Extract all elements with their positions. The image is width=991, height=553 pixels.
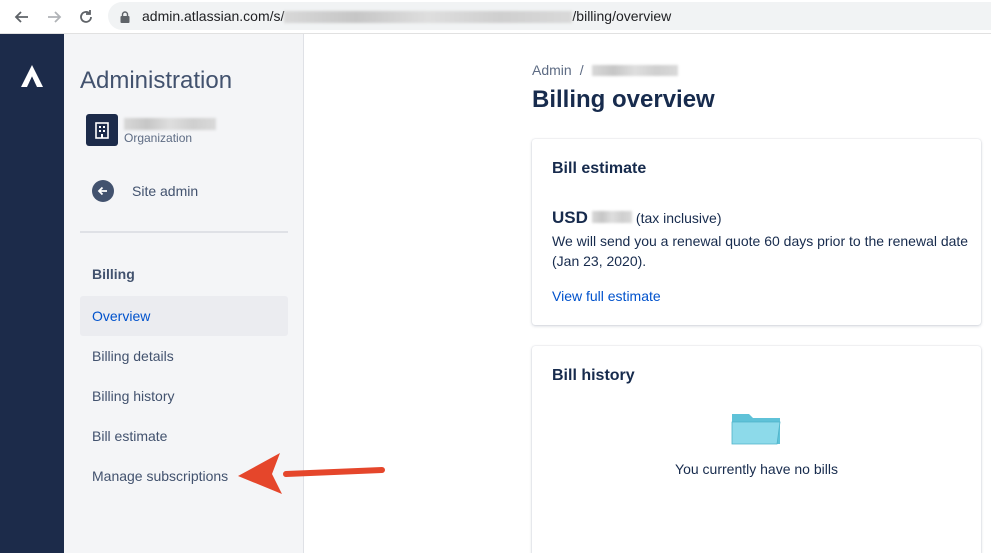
no-bills-message: You currently have no bills	[675, 461, 838, 477]
url-path: /billing/overview	[572, 8, 672, 24]
bill-estimate-title: Bill estimate	[552, 160, 647, 177]
back-arrow-circle-icon	[92, 180, 114, 202]
empty-folder-icon	[730, 408, 782, 453]
site-admin-label: Site admin	[132, 183, 199, 199]
tax-note: (tax inclusive)	[635, 210, 722, 226]
browser-toolbar: admin.atlassian.com/s/ /billing/overview	[0, 0, 991, 34]
url-host: admin.atlassian.com/s/	[142, 8, 285, 24]
bill-history-card: Bill history You currently have no bills	[532, 346, 981, 553]
bill-estimate-card: Bill estimate USD (tax inclusive) We wil…	[532, 139, 981, 325]
redacted-organization-name	[124, 118, 216, 130]
breadcrumb: Admin /	[532, 62, 678, 78]
reload-icon[interactable]	[74, 5, 98, 29]
product-rail	[0, 34, 64, 553]
url-text: admin.atlassian.com/s/ /billing/overview	[142, 8, 671, 24]
redacted-amount	[591, 211, 632, 223]
organization-type: Organization	[124, 131, 193, 145]
breadcrumb-separator: /	[579, 62, 584, 78]
page-title: Billing overview	[532, 86, 715, 113]
redacted-breadcrumb-org[interactable]	[591, 64, 678, 76]
sidebar-title: Administration	[80, 67, 233, 94]
address-bar[interactable]: admin.atlassian.com/s/ /billing/overview	[108, 2, 991, 30]
organization-avatar	[86, 114, 118, 146]
forward-arrow-icon[interactable]	[42, 5, 66, 29]
lock-icon	[120, 10, 130, 28]
redacted-url-segment	[284, 11, 573, 24]
back-arrow-icon[interactable]	[10, 5, 34, 29]
breadcrumb-admin[interactable]: Admin	[532, 62, 572, 78]
bill-history-title: Bill history	[552, 367, 635, 384]
annotation-arrow	[236, 450, 386, 501]
sidebar-item-overview[interactable]: Overview	[80, 296, 288, 336]
site-admin-link[interactable]: Site admin	[92, 180, 198, 202]
sidebar-item-billing-details[interactable]: Billing details	[80, 336, 288, 376]
building-icon	[95, 122, 109, 139]
view-full-estimate-link[interactable]: View full estimate	[552, 288, 661, 304]
sidebar-divider	[80, 231, 288, 233]
estimate-currency: USD	[552, 208, 588, 227]
billing-section-label: Billing	[92, 266, 135, 282]
estimate-amount: USD (tax inclusive)	[552, 208, 722, 228]
renewal-notice: We will send you a renewal quote 60 days…	[552, 233, 969, 269]
atlassian-logo-icon[interactable]	[20, 64, 44, 93]
sidebar-item-billing-history[interactable]: Billing history	[80, 376, 288, 416]
